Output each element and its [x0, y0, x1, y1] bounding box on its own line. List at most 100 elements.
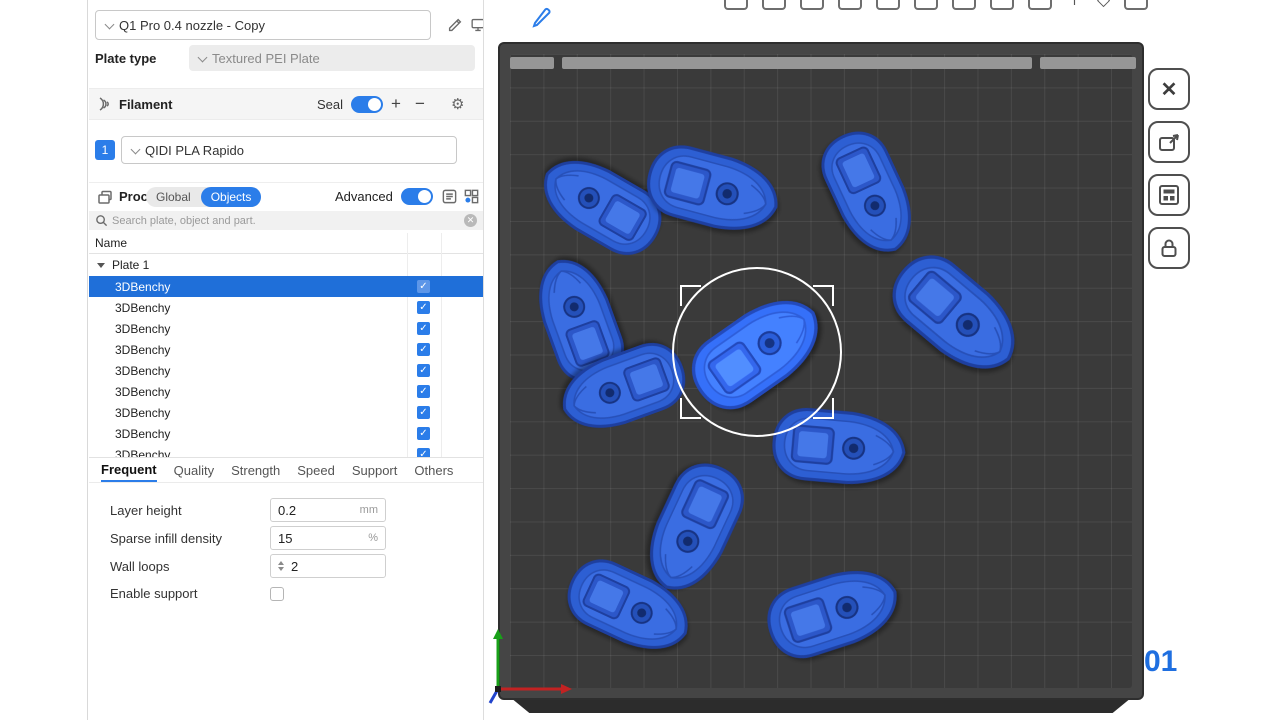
- layer-height-value: 0.2: [278, 503, 360, 518]
- visibility-checkbox[interactable]: ✓: [417, 280, 430, 293]
- filament-select[interactable]: QIDI PLA Rapido: [121, 136, 457, 164]
- tree-row[interactable]: 3DBenchy✓: [89, 360, 483, 381]
- search-icon: [95, 214, 108, 227]
- tree-plate-item[interactable]: Plate 1: [89, 254, 483, 276]
- wall-loops-value: 2: [291, 559, 378, 574]
- process-section-header: Process Global Objects Advanced: [89, 182, 483, 210]
- filament-title: Filament: [119, 97, 172, 112]
- app-window: Q1 Pro 0.4 nozzle - Copy Plate type Text…: [0, 0, 1280, 720]
- toolbar-icon[interactable]: [1124, 0, 1148, 10]
- printer-select[interactable]: Q1 Pro 0.4 nozzle - Copy: [95, 10, 431, 40]
- tab-quality[interactable]: Quality: [174, 458, 214, 482]
- tree-row[interactable]: 3DBenchy ✓: [89, 402, 483, 423]
- process-scope-switch: Global Objects: [146, 187, 261, 207]
- expander-icon[interactable]: [97, 263, 105, 268]
- param-enable-support: Enable support: [110, 586, 470, 601]
- tree-row[interactable]: 3DBenchy ✓: [89, 276, 483, 297]
- process-group-button[interactable]: [461, 187, 481, 207]
- param-wall-loops: Wall loops 2: [110, 554, 470, 578]
- visibility-checkbox[interactable]: ✓: [417, 385, 430, 398]
- filament-settings-gear-icon[interactable]: ⚙: [451, 95, 464, 113]
- filament-section-header: Filament Seal + − ⚙: [89, 88, 483, 120]
- search-bar[interactable]: Search plate, object and part. ✕: [89, 211, 483, 230]
- filament-slot-row: 1 QIDI PLA Rapido: [89, 134, 483, 166]
- seal-toggle[interactable]: [351, 96, 383, 113]
- tree-row[interactable]: 3DBenchy ✓: [89, 423, 483, 444]
- object-label: 3DBenchy: [115, 280, 170, 294]
- toolbar-icon[interactable]: [762, 0, 786, 10]
- diamond-icon[interactable]: ◇: [1097, 0, 1110, 10]
- layer-height-input[interactable]: 0.2 mm: [270, 498, 386, 522]
- tree-row[interactable]: 3DBenchy ✓: [89, 444, 483, 457]
- visibility-checkbox[interactable]: ✓: [417, 343, 430, 356]
- visibility-checkbox[interactable]: ✓: [417, 364, 430, 377]
- process-list-button[interactable]: [439, 187, 459, 207]
- scope-objects-button[interactable]: Objects: [201, 187, 262, 207]
- visibility-checkbox[interactable]: ✓: [417, 448, 430, 457]
- advanced-toggle[interactable]: [401, 188, 433, 205]
- tab-frequent[interactable]: Frequent: [101, 458, 157, 482]
- object-label: 3DBenchy: [115, 406, 170, 420]
- tab-strength[interactable]: Strength: [231, 458, 280, 482]
- visibility-checkbox[interactable]: ✓: [417, 301, 430, 314]
- object-label: 3DBenchy: [115, 385, 170, 399]
- origin-axes: [484, 585, 594, 715]
- sparse-infill-input[interactable]: 15 %: [270, 526, 386, 550]
- edit-printer-button[interactable]: [445, 15, 465, 35]
- tree-row[interactable]: 3DBenchy ✓: [89, 297, 483, 318]
- visibility-checkbox[interactable]: ✓: [417, 406, 430, 419]
- lock-button[interactable]: [1148, 227, 1190, 269]
- toolbar-icon[interactable]: [876, 0, 900, 10]
- plate-top-strip: [510, 57, 1136, 69]
- plate-front-edge: [504, 700, 1138, 713]
- object-label: 3DBenchy: [115, 448, 170, 458]
- tree-row[interactable]: 3DBenchy ✓: [89, 381, 483, 402]
- top-toolbar-cut: ＋ ◇: [724, 0, 1148, 10]
- plate-type-label: Plate type: [95, 45, 156, 71]
- tab-others[interactable]: Others: [414, 458, 453, 482]
- auto-orient-button[interactable]: [1148, 121, 1190, 163]
- visibility-checkbox[interactable]: ✓: [417, 322, 430, 335]
- tab-support[interactable]: Support: [352, 458, 398, 482]
- toolbar-icon[interactable]: [800, 0, 824, 10]
- close-icon: ✕: [1161, 77, 1178, 102]
- toolbar-icon[interactable]: [838, 0, 862, 10]
- delete-object-button[interactable]: ✕: [1148, 68, 1190, 110]
- filament-slot-number[interactable]: 1: [95, 140, 115, 160]
- layer-height-unit: mm: [360, 504, 378, 516]
- tab-speed[interactable]: Speed: [297, 458, 335, 482]
- viewport-3d[interactable]: ＋ ◇: [483, 0, 1280, 720]
- chevron-down-icon: [105, 19, 115, 29]
- object-label: 3DBenchy: [115, 427, 170, 441]
- toolbar-icon[interactable]: [1028, 0, 1052, 10]
- plate-type-select[interactable]: Textured PEI Plate: [189, 45, 475, 71]
- arrange-button[interactable]: [1148, 174, 1190, 216]
- plate-type-value: Textured PEI Plate: [212, 51, 320, 66]
- toolbar-icon[interactable]: [952, 0, 976, 10]
- visibility-checkbox[interactable]: ✓: [417, 427, 430, 440]
- sparse-infill-label: Sparse infill density: [110, 531, 270, 546]
- clear-search-icon[interactable]: ✕: [464, 214, 477, 227]
- toolbar-icon[interactable]: [724, 0, 748, 10]
- sparse-infill-unit: %: [368, 532, 378, 544]
- pencil-icon: [528, 4, 554, 30]
- lock-icon: [1158, 237, 1180, 259]
- tree-row[interactable]: 3DBenchy✓: [89, 339, 483, 360]
- toolbar-icon[interactable]: [990, 0, 1014, 10]
- toolbar-icon[interactable]: [914, 0, 938, 10]
- printer-name: Q1 Pro 0.4 nozzle - Copy: [119, 18, 265, 33]
- scope-global-button[interactable]: Global: [146, 190, 201, 204]
- plus-icon[interactable]: ＋: [1066, 0, 1083, 10]
- viewport-side-toolbar: ✕: [1148, 68, 1190, 269]
- plate-number: 01: [1144, 645, 1177, 679]
- wall-loops-stepper[interactable]: 2: [270, 554, 386, 578]
- object-label: 3DBenchy: [115, 301, 170, 315]
- tree-row[interactable]: 3DBenchy✓: [89, 318, 483, 339]
- stepper-arrows-icon[interactable]: [278, 561, 284, 571]
- remove-filament-button[interactable]: −: [411, 94, 429, 114]
- edit-icon: [446, 16, 464, 34]
- arrange-icon: [1157, 183, 1181, 207]
- add-filament-button[interactable]: +: [387, 94, 405, 114]
- enable-support-checkbox[interactable]: [270, 587, 284, 601]
- edit-plate-button[interactable]: [528, 4, 554, 35]
